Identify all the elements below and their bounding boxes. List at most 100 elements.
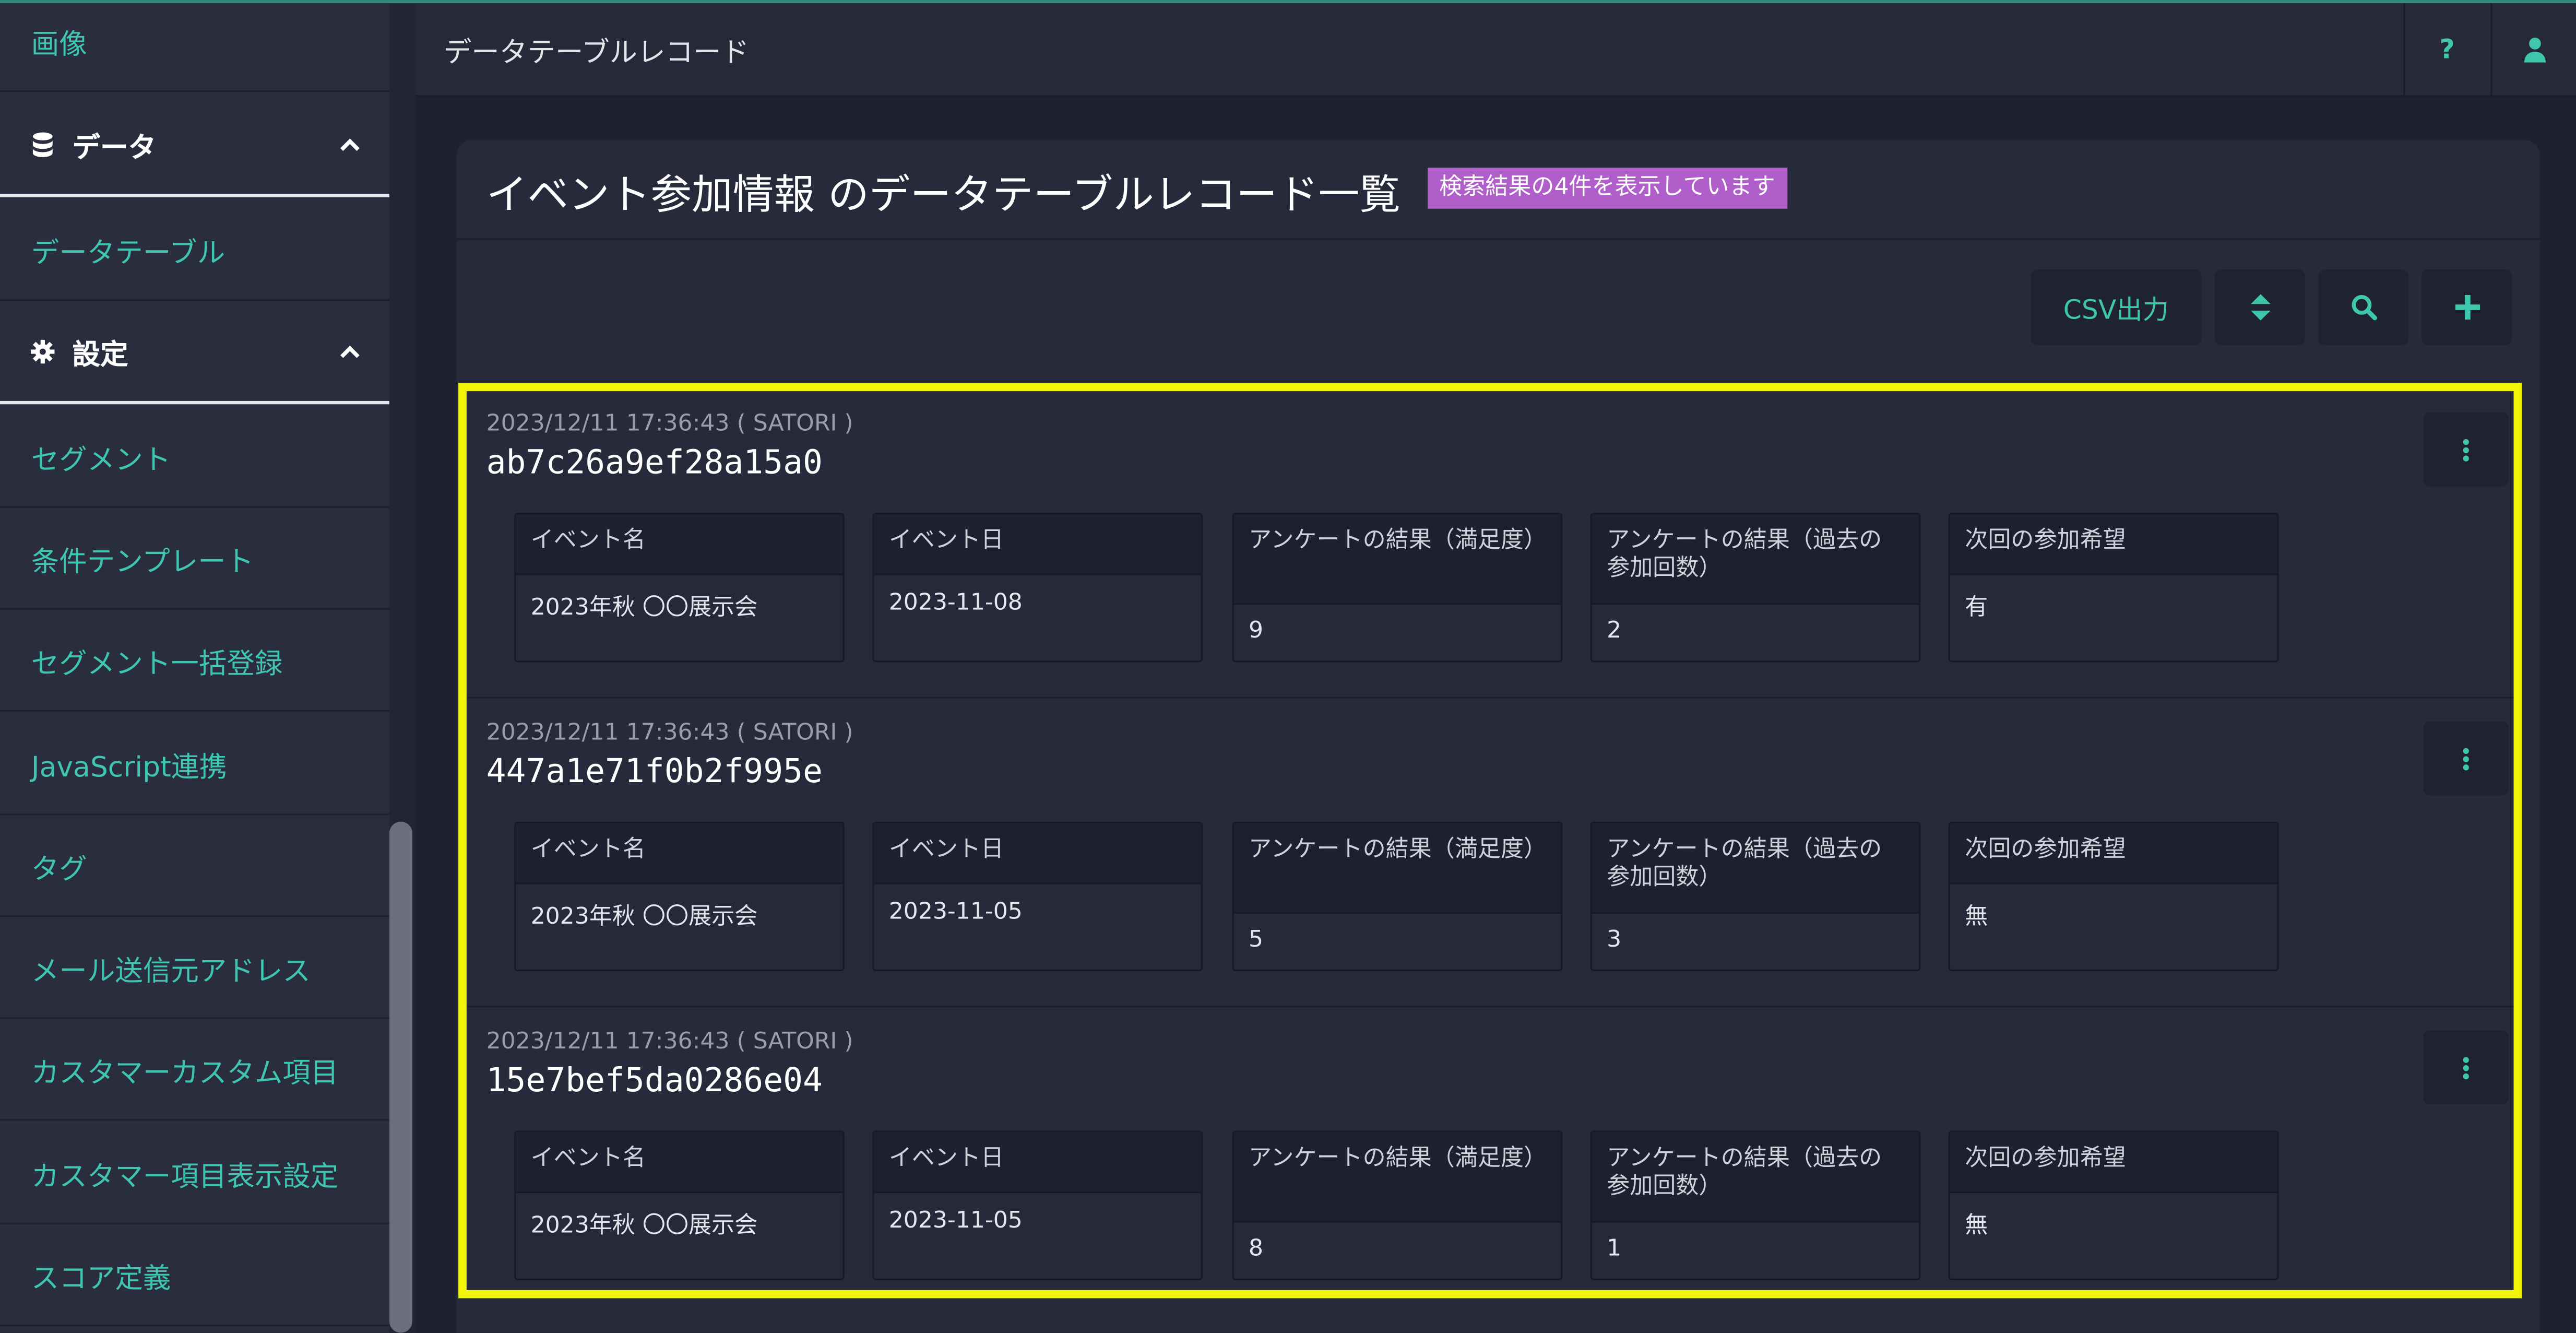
field-card-satisfaction: アンケートの結果（満足度） 5 [1232,821,1563,972]
field-card-event-name: イベント名 2023年秋 〇〇展示会 [514,821,845,972]
add-record-button[interactable] [2421,269,2512,345]
sidebar-item-score[interactable]: スコア定義 [0,1224,389,1326]
sidebar-group-data[interactable]: データ [0,96,389,197]
field-header: アンケートの結果（満足度） [1233,823,1561,914]
app-scaler: 画像 データ データテーブル 設定 セグメント 条件テンプレート セグメント一括… [0,0,2576,1333]
field-value: 2023年秋 〇〇展示会 [530,904,758,930]
field-label: イベント名 [530,527,646,554]
sidebar-group-settings[interactable]: 設定 [0,302,389,405]
record-meta: 2023/12/11 17:36:43 ( SATORI ) [486,1029,853,1055]
record-divider [466,697,2514,699]
csv-export-button[interactable]: CSV出力 [2031,269,2202,345]
sidebar-item-label: カスタマーカスタム項目 [31,1056,339,1090]
sidebar-scrollbar-thumb[interactable] [389,821,412,1333]
field-label: アンケートの結果（過去の参加回数） [1607,836,1882,891]
sidebar-item-javascript[interactable]: JavaScript連携 [0,713,389,816]
field-card-past-count: アンケートの結果（過去の参加回数） 1 [1590,1130,1921,1280]
field-label: アンケートの結果（満足度） [1249,527,1547,554]
sidebar-item-label: 条件テンプレート [31,545,254,579]
sidebar-item-customer-display[interactable]: カスタマー項目表示設定 [0,1123,389,1224]
more-vertical-icon [2463,1056,2469,1079]
field-card-satisfaction: アンケートの結果（満足度） 9 [1232,512,1563,663]
field-label: 次回の参加希望 [1965,1145,2126,1172]
gear-icon [31,339,55,364]
field-label: イベント日 [888,527,1004,554]
sidebar-item-label: JavaScript連携 [31,751,228,784]
sidebar-item-segment[interactable]: セグメント [0,406,389,508]
sidebar-item-label: カスタマー項目表示設定 [31,1160,339,1194]
field-header: イベント名 [516,514,843,575]
sidebar-item-label: メール送信元アドレス [31,954,311,988]
sidebar-item-segment-bulk[interactable]: セグメント一括登録 [0,610,389,712]
more-vertical-icon [2463,438,2469,461]
field-label: アンケートの結果（過去の参加回数） [1607,1145,1882,1200]
field-card-next-wish: 次回の参加希望 無 [1948,1130,2279,1280]
database-icon [32,132,53,157]
sidebar-item-label: データテーブル [31,237,225,270]
field-header: イベント名 [516,1132,843,1194]
more-vertical-icon [2463,747,2469,770]
plus-icon [2454,294,2479,320]
field-value: 1 [1607,1235,1622,1263]
field-value: 2023-11-05 [888,1208,1023,1234]
field-label: 次回の参加希望 [1965,836,2126,863]
field-label: アンケートの結果（満足度） [1249,836,1547,863]
field-value: 無 [1965,904,1988,930]
field-card-next-wish: 次回の参加希望 無 [1948,821,2279,972]
field-card-satisfaction: アンケートの結果（満足度） 8 [1232,1130,1563,1280]
field-card-past-count: アンケートの結果（過去の参加回数） 3 [1590,821,1921,972]
field-header: イベント日 [874,1132,1201,1194]
field-label: アンケートの結果（過去の参加回数） [1607,527,1882,582]
sidebar-item-mail-sender[interactable]: メール送信元アドレス [0,917,389,1019]
record-menu-button[interactable] [2423,1030,2509,1105]
user-button[interactable] [2490,3,2576,96]
field-header: アンケートの結果（満足度） [1233,1132,1561,1223]
record-item: 2023/12/11 17:36:43 ( SATORI ) 15e7bef5d… [467,1009,2514,1318]
sidebar-item-condition-template[interactable]: 条件テンプレート [0,508,389,610]
sidebar-group-label: 設定 [72,339,128,372]
record-divider [466,1006,2514,1008]
field-value: 2023-11-05 [888,899,1023,925]
record-id[interactable]: 15e7bef5da0286e04 [486,1060,823,1100]
field-card-event-date: イベント日 2023-11-08 [872,512,1203,663]
result-count-badge: 検索結果の4件を表示しています [1428,168,1787,209]
field-label: イベント名 [530,836,646,863]
sort-icon [2250,294,2270,321]
field-value: 2023年秋 〇〇展示会 [530,595,758,621]
field-value: 2023年秋 〇〇展示会 [530,1212,758,1240]
field-card-event-name: イベント名 2023年秋 〇〇展示会 [514,512,845,663]
record-meta: 2023/12/11 17:36:43 ( SATORI ) [486,719,853,746]
field-label: アンケートの結果（満足度） [1249,1145,1547,1172]
chevron-up-icon [340,138,360,151]
sidebar-item-customer-custom[interactable]: カスタマーカスタム項目 [0,1019,389,1121]
help-button[interactable]: ? [2403,3,2489,96]
field-header: イベント名 [516,823,843,884]
sidebar-item-label: タグ [31,853,87,886]
field-header: アンケートの結果（過去の参加回数） [1592,514,1919,605]
field-label: イベント日 [888,1145,1004,1172]
chevron-up-icon [340,345,360,358]
sidebar-item-datatable[interactable]: データテーブル [0,199,389,301]
record-meta: 2023/12/11 17:36:43 ( SATORI ) [486,410,853,438]
sidebar-group-label: データ [72,132,157,166]
field-card-event-date: イベント日 2023-11-05 [872,821,1203,972]
record-id[interactable]: 447a1e71f0b2f995e [486,751,823,791]
field-header: イベント日 [874,823,1201,884]
record-menu-button[interactable] [2423,721,2509,796]
field-label: 次回の参加希望 [1965,527,2126,554]
field-header: イベント日 [874,514,1201,575]
sort-button[interactable] [2214,269,2305,345]
sidebar-item-tag[interactable]: タグ [0,815,389,917]
field-header: 次回の参加希望 [1950,514,2277,575]
sidebar-item-images[interactable]: 画像 [0,3,389,92]
field-value: 無 [1965,1212,1988,1240]
record-item: 2023/12/11 17:36:43 ( SATORI ) ab7c26a9e… [466,391,2514,700]
search-button[interactable] [2318,269,2409,345]
field-header: 次回の参加希望 [1950,1132,2277,1194]
field-header: アンケートの結果（満足度） [1233,514,1561,605]
field-label: イベント名 [530,1145,646,1172]
field-value: 2 [1607,618,1622,644]
field-header: アンケートの結果（過去の参加回数） [1592,823,1919,914]
record-id[interactable]: ab7c26a9ef28a15a0 [486,442,823,482]
record-menu-button[interactable] [2423,412,2509,487]
